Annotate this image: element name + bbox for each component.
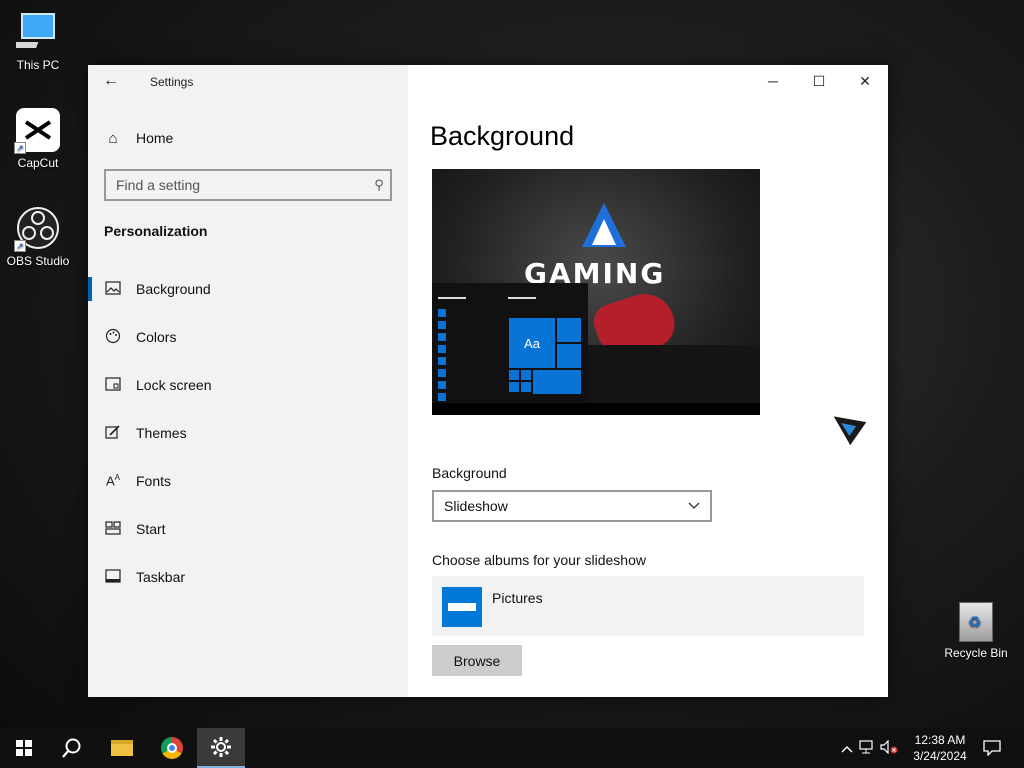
background-label: Background [432, 465, 507, 481]
titlebar-left: ← Settings [88, 65, 408, 97]
search-icon[interactable]: ⚲ [368, 177, 390, 193]
file-explorer-button[interactable] [98, 728, 146, 768]
window-controls: ─ ☐ ✕ [750, 65, 888, 97]
background-dropdown[interactable]: Slideshow [432, 490, 712, 522]
home-icon: ⌂ [108, 129, 118, 147]
chrome-button[interactable] [148, 728, 196, 768]
windows-logo-icon [16, 740, 32, 756]
clock-time: 12:38 AM [914, 733, 966, 747]
sidebar-item-lock-screen[interactable]: Lock screen [88, 361, 408, 409]
sidebar-item-label: Background [136, 281, 211, 297]
desktop-icon-capcut[interactable]: ↗ CapCut [0, 108, 76, 170]
sidebar-item-label: Colors [136, 329, 177, 345]
nav-list: Background Colors Lock screen Themes AA … [88, 265, 408, 601]
taskbar: 12:38 AM 3/24/2024 [0, 728, 1024, 768]
brush-icon [104, 424, 122, 443]
minimize-button[interactable]: ─ [750, 65, 796, 97]
desktop-icon-obs-studio[interactable]: ↗ OBS Studio [0, 206, 76, 268]
desktop-icon-label: This PC [16, 58, 60, 72]
sidebar-item-colors[interactable]: Colors [88, 313, 408, 361]
desktop-icon-recycle-bin[interactable]: Recycle Bin [940, 602, 1012, 660]
maximize-button[interactable]: ☐ [796, 65, 842, 97]
preview-window-mock [588, 345, 760, 405]
chevron-down-icon [678, 499, 710, 513]
album-name: Pictures [492, 590, 543, 606]
sidebar-item-label: Lock screen [136, 377, 212, 393]
desktop-icon-label: OBS Studio [6, 254, 70, 268]
taskbar-icon [104, 568, 122, 586]
network-icon[interactable] [856, 739, 878, 757]
sidebar-item-themes[interactable]: Themes [88, 409, 408, 457]
page-title: Background [430, 121, 575, 151]
notification-icon [983, 740, 1001, 756]
albums-label: Choose albums for your slideshow [432, 552, 646, 568]
back-button[interactable]: ← [100, 71, 122, 93]
sidebar-item-label: Taskbar [136, 569, 186, 585]
start-button[interactable] [0, 728, 48, 768]
clock-date: 3/24/2024 [913, 749, 967, 763]
settings-taskbar-button[interactable] [197, 728, 245, 768]
sidebar-item-background[interactable]: Background [88, 265, 408, 313]
close-button[interactable]: ✕ [842, 65, 888, 97]
folder-icon [442, 587, 482, 627]
chevron-up-icon[interactable] [838, 741, 856, 756]
preview-tile-label: Aa [524, 335, 540, 351]
search-button[interactable] [48, 728, 96, 768]
start-icon [104, 520, 122, 538]
sidebar-item-home[interactable]: ⌂ Home [88, 123, 408, 153]
preview-taskbar [432, 403, 760, 415]
shortcut-arrow-icon: ↗ [14, 142, 26, 154]
dropdown-value: Slideshow [444, 498, 508, 514]
back-arrow-icon: ← [103, 72, 119, 89]
settings-window: ← Settings ⌂ Home ⚲ Personalization Back… [88, 65, 888, 697]
clock[interactable]: 12:38 AM 3/24/2024 [908, 732, 972, 764]
sidebar-item-label: Home [136, 130, 174, 146]
main-content: ─ ☐ ✕ Background GAMING Aa Background Sl… [408, 65, 888, 697]
search-icon [62, 738, 81, 758]
gear-icon [211, 737, 231, 757]
capcut-icon: ↗ [14, 108, 60, 154]
sidebar: ← Settings ⌂ Home ⚲ Personalization Back… [88, 65, 408, 697]
palette-icon [104, 328, 122, 347]
chrome-icon [161, 737, 183, 759]
font-icon: AA [105, 473, 120, 489]
brand-logo-inner [592, 219, 616, 245]
desktop-icon-label: CapCut [17, 156, 59, 170]
window-title: Settings [150, 75, 194, 89]
recycle-bin-icon [959, 602, 993, 642]
browse-button[interactable]: Browse [432, 645, 522, 676]
section-title: Personalization [104, 223, 208, 239]
notifications-button[interactable] [972, 728, 1012, 768]
volume-muted-icon[interactable] [878, 739, 900, 757]
search-box: ⚲ [104, 169, 392, 201]
desktop-icon-label: Recycle Bin [944, 646, 1008, 660]
lock-screen-icon [104, 376, 122, 394]
sidebar-item-start[interactable]: Start [88, 505, 408, 553]
album-item-pictures[interactable]: Pictures [432, 576, 864, 636]
image-icon [104, 280, 122, 298]
obs-icon: ↗ [14, 206, 60, 252]
file-explorer-icon [111, 740, 133, 756]
search-input[interactable] [106, 177, 368, 193]
sidebar-item-label: Start [136, 521, 166, 537]
sidebar-item-fonts[interactable]: AA Fonts [88, 457, 408, 505]
background-preview: GAMING Aa [432, 169, 760, 415]
shortcut-arrow-icon: ↗ [14, 240, 26, 252]
sidebar-item-label: Fonts [136, 473, 172, 489]
sidebar-item-label: Themes [136, 425, 187, 441]
desktop-icon-this-pc[interactable]: This PC [0, 10, 76, 72]
computer-icon [12, 10, 60, 54]
sidebar-item-taskbar[interactable]: Taskbar [88, 553, 408, 601]
system-tray [838, 728, 900, 768]
